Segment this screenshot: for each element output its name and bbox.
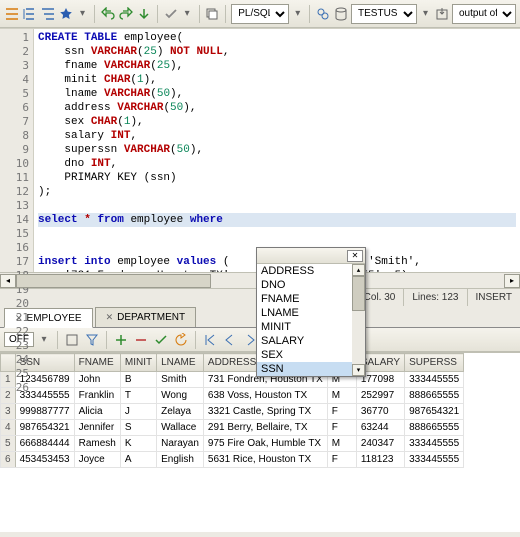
user-select[interactable]: TESTUSER xyxy=(351,4,417,24)
scroll-thumb[interactable] xyxy=(352,276,365,311)
delete-row-icon[interactable] xyxy=(132,331,150,349)
db-icon[interactable] xyxy=(333,5,349,23)
column-header[interactable]: MINIT xyxy=(120,354,156,372)
autocomplete-item[interactable]: SSN xyxy=(257,362,352,376)
dropdown-arrow-icon[interactable]: ▾ xyxy=(76,5,89,23)
autocomplete-item[interactable]: LNAME xyxy=(257,306,352,320)
close-icon[interactable]: ✕ xyxy=(347,250,363,262)
table-row[interactable]: 2333445555FranklinTWong638 Voss, Houston… xyxy=(1,388,464,404)
prev-icon[interactable] xyxy=(221,331,239,349)
table-row[interactable]: 3999887777AliciaJZelaya3321 Castle, Spri… xyxy=(1,404,464,420)
scroll-right-icon[interactable]: ▸ xyxy=(504,274,520,288)
scroll-up-icon[interactable]: ▴ xyxy=(352,264,365,276)
column-header[interactable]: LNAME xyxy=(157,354,204,372)
check-icon[interactable] xyxy=(163,5,179,23)
main-toolbar: ▾ ▾ PL/SQL ▾ TESTUSER ▾ output off xyxy=(0,0,520,28)
link-icon[interactable] xyxy=(315,5,331,23)
autocomplete-item[interactable]: FNAME xyxy=(257,292,352,306)
tab-department[interactable]: ✕DEPARTMENT xyxy=(95,307,197,327)
rollback-icon[interactable] xyxy=(172,331,190,349)
commit-icon[interactable] xyxy=(152,331,170,349)
status-lines: Lines: 123 xyxy=(403,289,466,306)
autocomplete-item[interactable]: MINIT xyxy=(257,320,352,334)
dropdown-arrow-icon[interactable]: ▾ xyxy=(36,331,52,349)
add-row-icon[interactable] xyxy=(112,331,130,349)
filter-icon[interactable] xyxy=(83,331,101,349)
redo-icon[interactable] xyxy=(118,5,134,23)
table-row[interactable]: 6453453453JoyceAEnglish5631 Rice, Housto… xyxy=(1,452,464,468)
hierarchy-icon[interactable] xyxy=(40,5,56,23)
star-icon[interactable] xyxy=(58,5,74,23)
grid-copy-icon[interactable] xyxy=(63,331,81,349)
dropdown-arrow-icon[interactable]: ▾ xyxy=(291,5,304,23)
editor: 1234567891011121314151617181920212223242… xyxy=(0,28,520,272)
column-header[interactable]: FNAME xyxy=(74,354,120,372)
code-area[interactable]: CREATE TABLE employee( ssn VARCHAR(25) N… xyxy=(34,29,520,272)
autocomplete-item[interactable]: DNO xyxy=(257,278,352,292)
export-icon[interactable] xyxy=(434,5,450,23)
table-row[interactable]: 5666884444RameshKNarayan975 Fire Oak, Hu… xyxy=(1,436,464,452)
arrow-down-icon[interactable] xyxy=(136,5,152,23)
list-icon[interactable] xyxy=(4,5,20,23)
column-header[interactable]: SUPERSS xyxy=(405,354,464,372)
popup-scrollbar[interactable]: ▴ ▾ xyxy=(352,264,365,376)
line-gutter: 1234567891011121314151617181920212223242… xyxy=(0,29,34,272)
status-mode: INSERT xyxy=(467,289,520,306)
dropdown-arrow-icon[interactable]: ▾ xyxy=(419,5,432,23)
undo-icon[interactable] xyxy=(100,5,116,23)
scroll-down-icon[interactable]: ▾ xyxy=(352,364,365,376)
language-select[interactable]: PL/SQL xyxy=(231,4,289,24)
data-grid[interactable]: SSNFNAMEMINITLNAMEADDRESSSEXSALARYSUPERS… xyxy=(0,352,520,532)
output-select[interactable]: output off xyxy=(452,4,516,24)
dropdown-arrow-icon[interactable]: ▾ xyxy=(181,5,194,23)
scroll-thumb[interactable] xyxy=(16,274,211,288)
close-icon[interactable]: ✕ xyxy=(106,312,114,323)
copy-icon[interactable] xyxy=(204,5,220,23)
autocomplete-item[interactable]: SEX xyxy=(257,348,352,362)
autocomplete-item[interactable]: ADDRESS xyxy=(257,264,352,278)
table-row[interactable]: 1123456789JohnBSmith731 Fondren, Houston… xyxy=(1,372,464,388)
tree-icon[interactable] xyxy=(22,5,38,23)
first-icon[interactable] xyxy=(201,331,219,349)
table-row[interactable]: 4987654321JenniferSWallace291 Berry, Bel… xyxy=(1,420,464,436)
autocomplete-popup: ✕ ADDRESSDNOFNAMELNAMEMINITSALARYSEXSSN … xyxy=(256,247,366,377)
autocomplete-item[interactable]: SALARY xyxy=(257,334,352,348)
